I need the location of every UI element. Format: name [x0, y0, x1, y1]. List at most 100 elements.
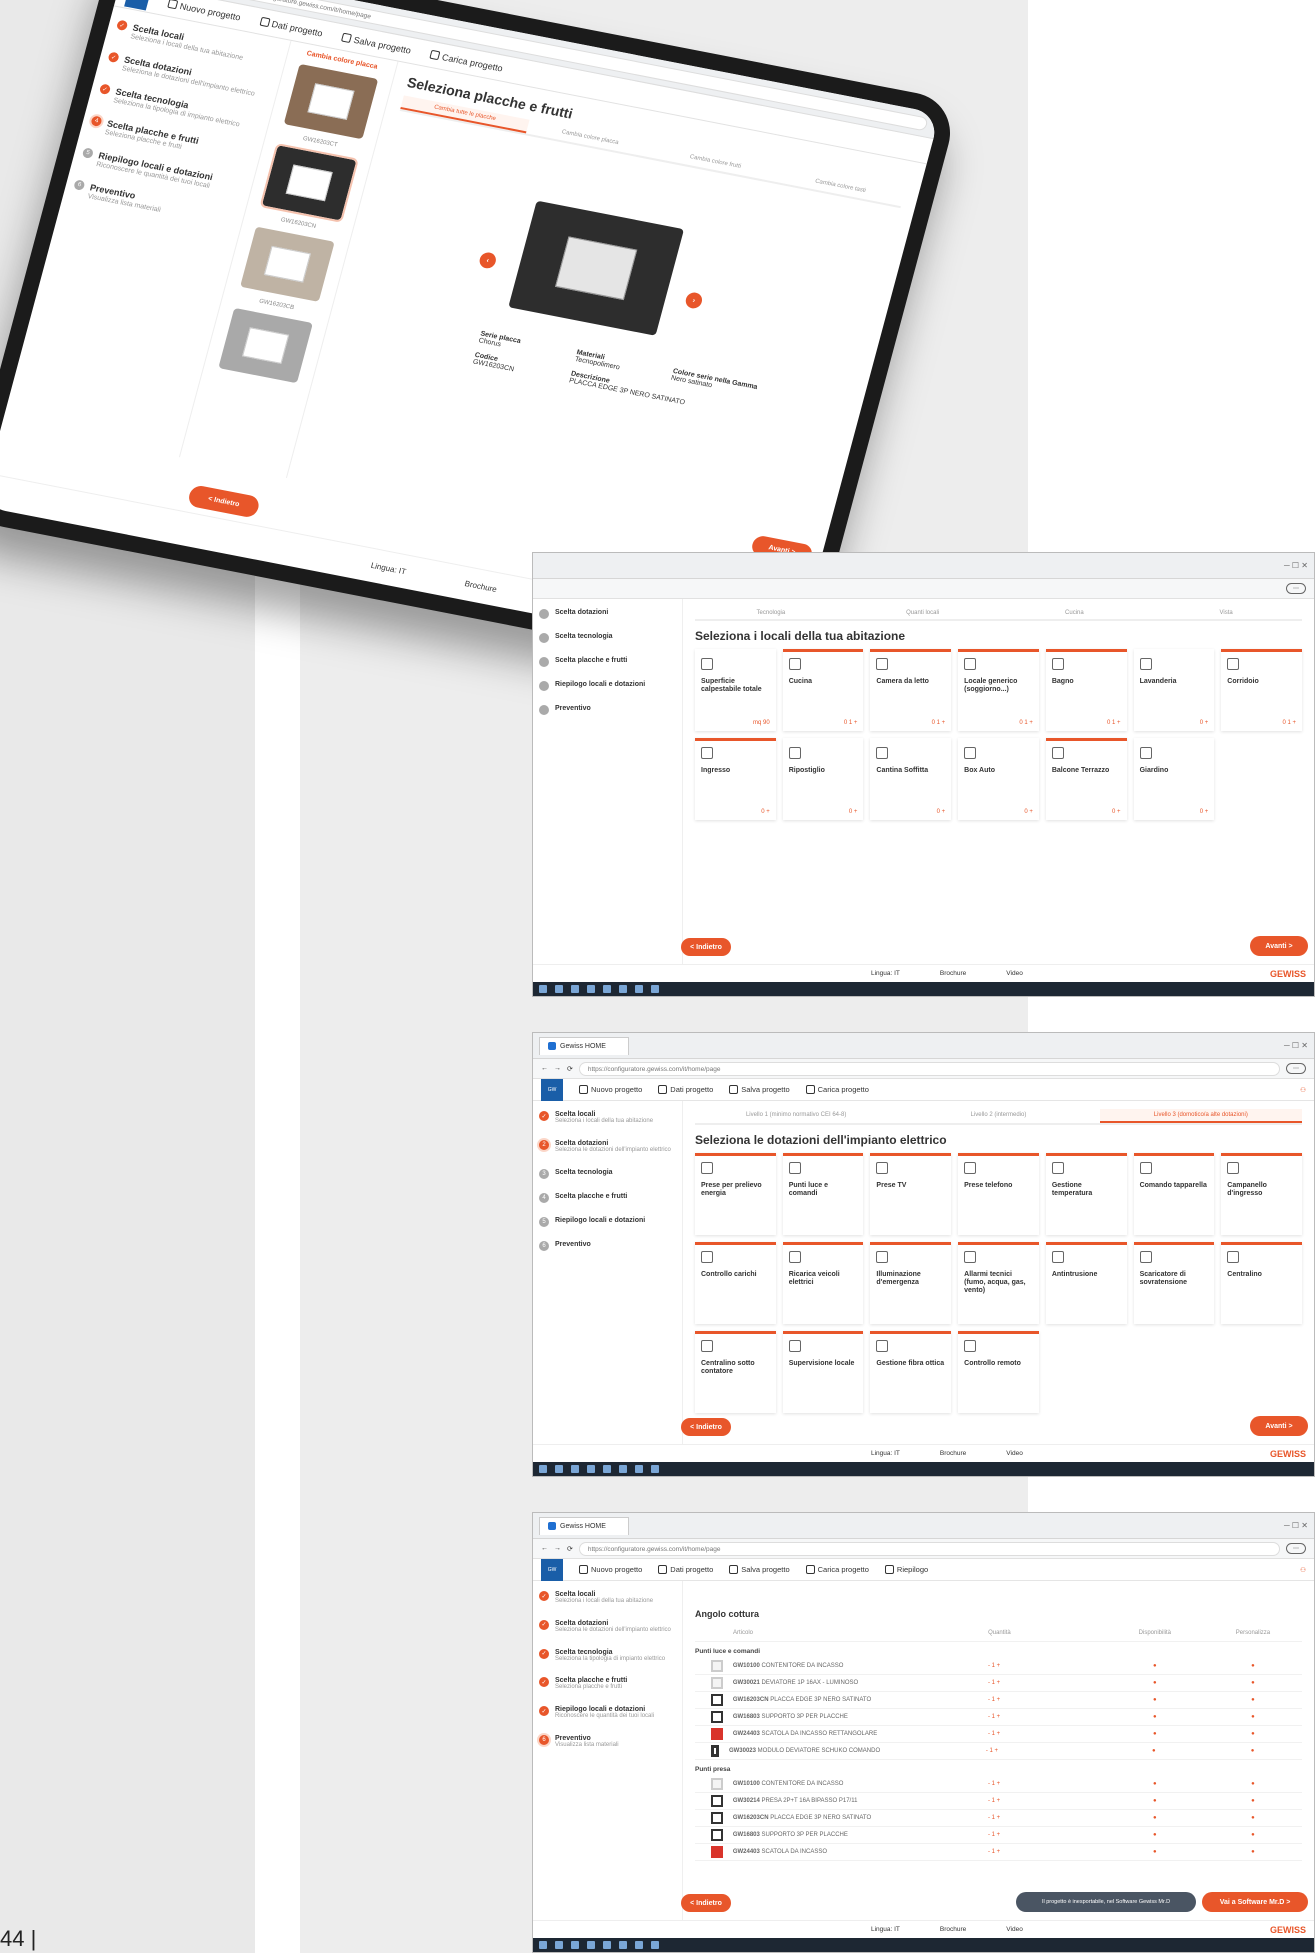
customize-dot[interactable]: ● — [1204, 1849, 1302, 1855]
start-icon[interactable] — [539, 1941, 547, 1949]
equip-card[interactable]: Illuminazione d'emergenza — [870, 1242, 952, 1324]
qty-stepper[interactable]: - 1 + — [988, 1680, 1106, 1686]
room-card-locale-generico[interactable]: Locale generico (soggiorno...) 0 1 + — [958, 649, 1039, 731]
lingua-select[interactable]: Lingua: IT — [871, 1926, 900, 1933]
room-card-corridoio[interactable]: Corridoio 0 1 + — [1221, 649, 1302, 731]
video-link[interactable]: Video — [1006, 1926, 1023, 1933]
room-count[interactable]: 0 1 + — [932, 720, 946, 726]
room-card-cantina[interactable]: Cantina Soffitta 0 + — [870, 738, 952, 820]
window-controls[interactable]: ─ ☐ ✕ — [1284, 561, 1308, 570]
plate-thumb[interactable] — [218, 307, 313, 384]
room-count[interactable]: 0 + — [849, 809, 858, 815]
equip-card[interactable]: Controllo carichi — [695, 1242, 776, 1324]
taskview-icon[interactable] — [571, 1465, 579, 1473]
next-arrow-button[interactable]: › — [683, 291, 704, 310]
qty-stepper[interactable]: - 1 + — [986, 1748, 1105, 1754]
indietro-button[interactable]: < Indietro — [681, 938, 731, 956]
equip-card[interactable]: Campanello d'ingresso — [1221, 1153, 1302, 1235]
customize-dot[interactable]: ● — [1204, 1781, 1302, 1787]
room-count[interactable]: 0 1 + — [1107, 720, 1121, 726]
quote-row[interactable]: GW16803 SUPPORTO 3P PER PLACCHE - 1 + ● ● — [695, 1827, 1302, 1844]
step-riepilogo[interactable]: Riepilogo locali e dotazioni — [539, 681, 676, 691]
menu-dati-progetto[interactable]: Dati progetto — [658, 1085, 713, 1094]
room-count[interactable]: 0 + — [1200, 809, 1209, 815]
avanti-button[interactable]: Avanti > — [1250, 936, 1308, 956]
equip-card[interactable]: Centralino sotto contatore — [695, 1331, 776, 1413]
room-count[interactable]: 0 + — [761, 809, 770, 815]
step-scelta-locali[interactable]: ✓ Scelta locali Seleziona i locali della t… — [539, 1591, 676, 1606]
step-preventivo[interactable]: 6 Preventivo — [539, 1240, 676, 1251]
room-card-giardino[interactable]: Giardino 0 + — [1133, 738, 1215, 820]
chrome-icon[interactable] — [651, 1941, 659, 1949]
step-scelta-placche[interactable]: ✓ Scelta placche e frutti Seleziona placch… — [539, 1677, 676, 1692]
customize-dot[interactable]: ● — [1204, 1714, 1302, 1720]
menu-dati-progetto[interactable]: Dati progetto — [658, 1565, 713, 1574]
level-step-active[interactable]: Livello 3 (domotico/a alte dotazioni) — [1099, 1109, 1302, 1123]
quote-row[interactable]: GW24403 SCATOLA DA INCASSO RETTANGOLARE -… — [695, 1726, 1302, 1743]
room-card-lavanderia[interactable]: Lavanderia 0 + — [1133, 649, 1215, 731]
forward-icon[interactable]: → — [554, 1545, 561, 1552]
equip-card[interactable]: Gestione fibra ottica — [870, 1331, 952, 1413]
equip-card[interactable]: Punti luce e comandi — [782, 1153, 864, 1235]
address-bar[interactable]: https://configuratore.gewiss.com/it/home… — [578, 1061, 1280, 1076]
level-step[interactable]: Livello 2 (intermedio) — [897, 1109, 1099, 1123]
account-button[interactable]: ⋯ — [1286, 1063, 1306, 1074]
reload-icon[interactable]: ⟳ — [567, 1545, 573, 1553]
step-scelta-locali[interactable]: ✓ Scelta locali Seleziona i locali della t… — [539, 1111, 676, 1126]
customize-dot[interactable]: ● — [1204, 1731, 1302, 1737]
equip-card[interactable]: Supervisione locale — [782, 1331, 864, 1413]
step-scelta-tecnologia[interactable]: Scelta tecnologia — [539, 633, 676, 643]
equip-card[interactable]: Centralino — [1221, 1242, 1302, 1324]
room-card-ingresso[interactable]: Ingresso 0 + — [695, 738, 776, 820]
step-scelta-dotazioni[interactable]: 2 Scelta dotazioni Seleziona le dotazioni … — [539, 1139, 676, 1155]
plate-thumb[interactable] — [240, 226, 335, 302]
brochure-link[interactable]: Brochure — [940, 1450, 966, 1457]
store-icon[interactable] — [619, 1941, 627, 1949]
menu-carica-progetto[interactable]: Carica progetto — [805, 1085, 869, 1094]
explorer-icon[interactable] — [603, 985, 611, 993]
step-scelta-placche[interactable]: Scelta placche e frutti — [539, 657, 676, 667]
account-button[interactable]: ⋯ — [1286, 583, 1306, 594]
customize-dot[interactable]: ● — [1204, 1815, 1302, 1821]
taskview-icon[interactable] — [571, 985, 579, 993]
explorer-icon[interactable] — [603, 1465, 611, 1473]
menu-riepilogo[interactable]: Riepilogo — [884, 1565, 928, 1574]
room-count[interactable]: 0 1 + — [844, 720, 858, 726]
edge-icon[interactable] — [587, 1465, 595, 1473]
vai-software-button[interactable]: Vai a Software Mr.D > — [1202, 1892, 1308, 1912]
browser-tab[interactable]: Gewiss HOME — [539, 1036, 629, 1055]
mail-icon[interactable] — [635, 1941, 643, 1949]
customize-dot[interactable]: ● — [1204, 1697, 1302, 1703]
quote-row[interactable]: GW16803 SUPPORTO 3P PER PLACCHE - 1 + ● ● — [695, 1709, 1302, 1726]
edge-icon[interactable] — [587, 985, 595, 993]
equip-card[interactable]: Scaricatore di sovratensione — [1133, 1242, 1215, 1324]
menu-salva-progetto[interactable]: Salva progetto — [729, 1085, 790, 1094]
menu-nuovo-progetto[interactable]: Nuovo progetto — [579, 1085, 642, 1094]
qty-stepper[interactable]: - 1 + — [988, 1697, 1106, 1703]
qty-stepper[interactable]: - 1 + — [988, 1663, 1106, 1669]
reload-icon[interactable]: ⟳ — [567, 1065, 573, 1073]
prev-arrow-button[interactable]: ‹ — [477, 251, 498, 270]
forward-icon[interactable]: → — [554, 1065, 561, 1072]
customize-dot[interactable]: ● — [1203, 1748, 1302, 1754]
store-icon[interactable] — [619, 1465, 627, 1473]
video-link[interactable]: Video — [1006, 1450, 1023, 1457]
equip-card[interactable]: Controllo remoto — [958, 1331, 1039, 1413]
equip-card[interactable]: Gestione temperatura — [1045, 1153, 1127, 1235]
login-link[interactable]: ⚇ — [1300, 1086, 1306, 1094]
start-icon[interactable] — [539, 985, 547, 993]
room-count[interactable]: 0 + — [1112, 809, 1121, 815]
quote-row[interactable]: GW30214 PRESA 2P+T 16A BIPASSO P17/11- 1… — [695, 1793, 1302, 1810]
qty-stepper[interactable]: - 1 + — [988, 1798, 1106, 1804]
lingua-select[interactable]: Lingua: IT — [871, 1450, 900, 1457]
chrome-icon[interactable] — [651, 1465, 659, 1473]
menu-dati-progetto[interactable]: Dati progetto — [259, 16, 324, 38]
equip-card[interactable]: Antintrusione — [1045, 1242, 1127, 1324]
level-step[interactable]: Livello 1 (minimo normativo CEI 64-8) — [695, 1109, 897, 1123]
room-card-camera[interactable]: Camera da letto 0 1 + — [870, 649, 952, 731]
customize-dot[interactable]: ● — [1204, 1680, 1302, 1686]
indietro-button[interactable]: < Indietro — [681, 1894, 731, 1912]
room-count[interactable]: 0 + — [937, 809, 946, 815]
back-icon[interactable]: ← — [541, 1065, 548, 1072]
brochure-link[interactable]: Brochure — [464, 579, 498, 594]
